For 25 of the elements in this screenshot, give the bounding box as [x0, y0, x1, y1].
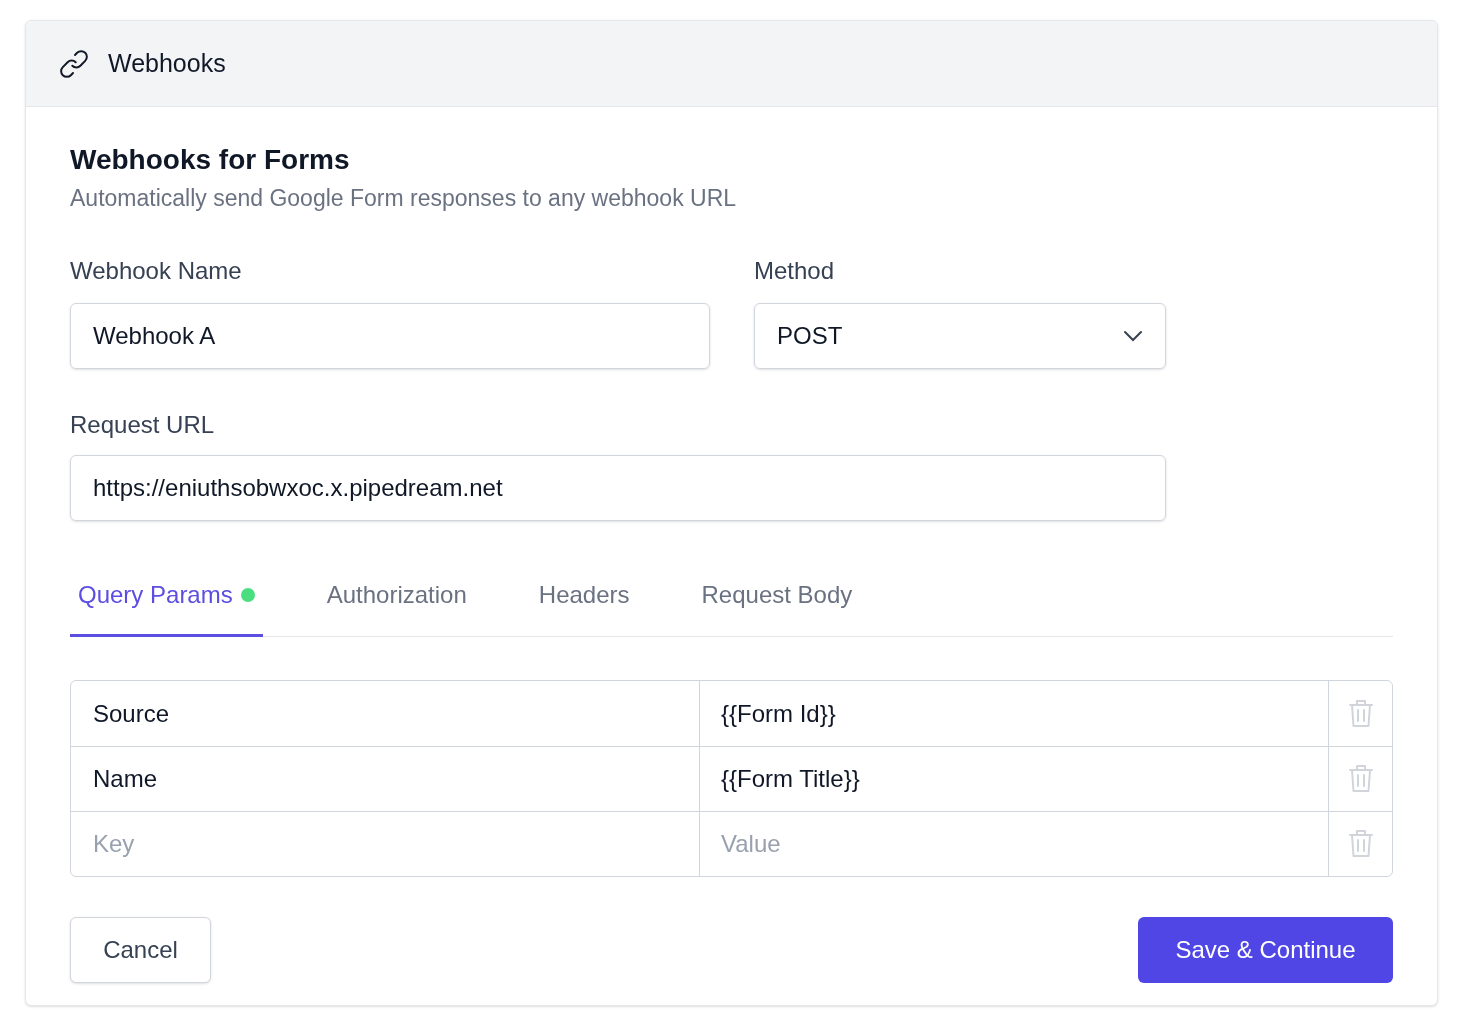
- key-field[interactable]: Key: [71, 812, 700, 876]
- key-field[interactable]: Source: [71, 681, 700, 746]
- chevron-down-icon: [1123, 330, 1143, 342]
- method-dropdown[interactable]: POST: [754, 303, 1166, 369]
- section-description: Automatically send Google Form responses to any webhook URL: [70, 184, 738, 213]
- page-title: Webhooks: [108, 47, 226, 79]
- tab[interactable]: Headers: [530, 555, 638, 637]
- cancel-button[interactable]: Cancel: [70, 917, 211, 983]
- section-heading: Webhooks for Forms: [70, 143, 351, 177]
- trash-icon[interactable]: [1347, 829, 1374, 859]
- field-label: Request URL: [70, 410, 215, 440]
- value-field[interactable]: {{Form Id}}: [700, 681, 1329, 746]
- value-field[interactable]: Value: [700, 812, 1329, 876]
- webhook-name-field[interactable]: Webhook A: [70, 303, 710, 369]
- tab[interactable]: Query Params: [70, 555, 263, 637]
- tab[interactable]: Authorization: [318, 555, 475, 637]
- tab[interactable]: Request Body: [693, 555, 861, 637]
- trash-icon[interactable]: [1347, 764, 1374, 794]
- trash-icon[interactable]: [1347, 698, 1374, 729]
- url-field[interactable]: https://eniuthsobwxoc.x.pipedream.net: [70, 455, 1166, 521]
- field-label: Webhook Name: [70, 256, 243, 286]
- value-field[interactable]: {{Form Title}}: [700, 747, 1329, 811]
- save-button[interactable]: Save & Continue: [1138, 917, 1393, 983]
- key-field[interactable]: Name: [71, 747, 700, 811]
- field-label: Method: [754, 256, 836, 286]
